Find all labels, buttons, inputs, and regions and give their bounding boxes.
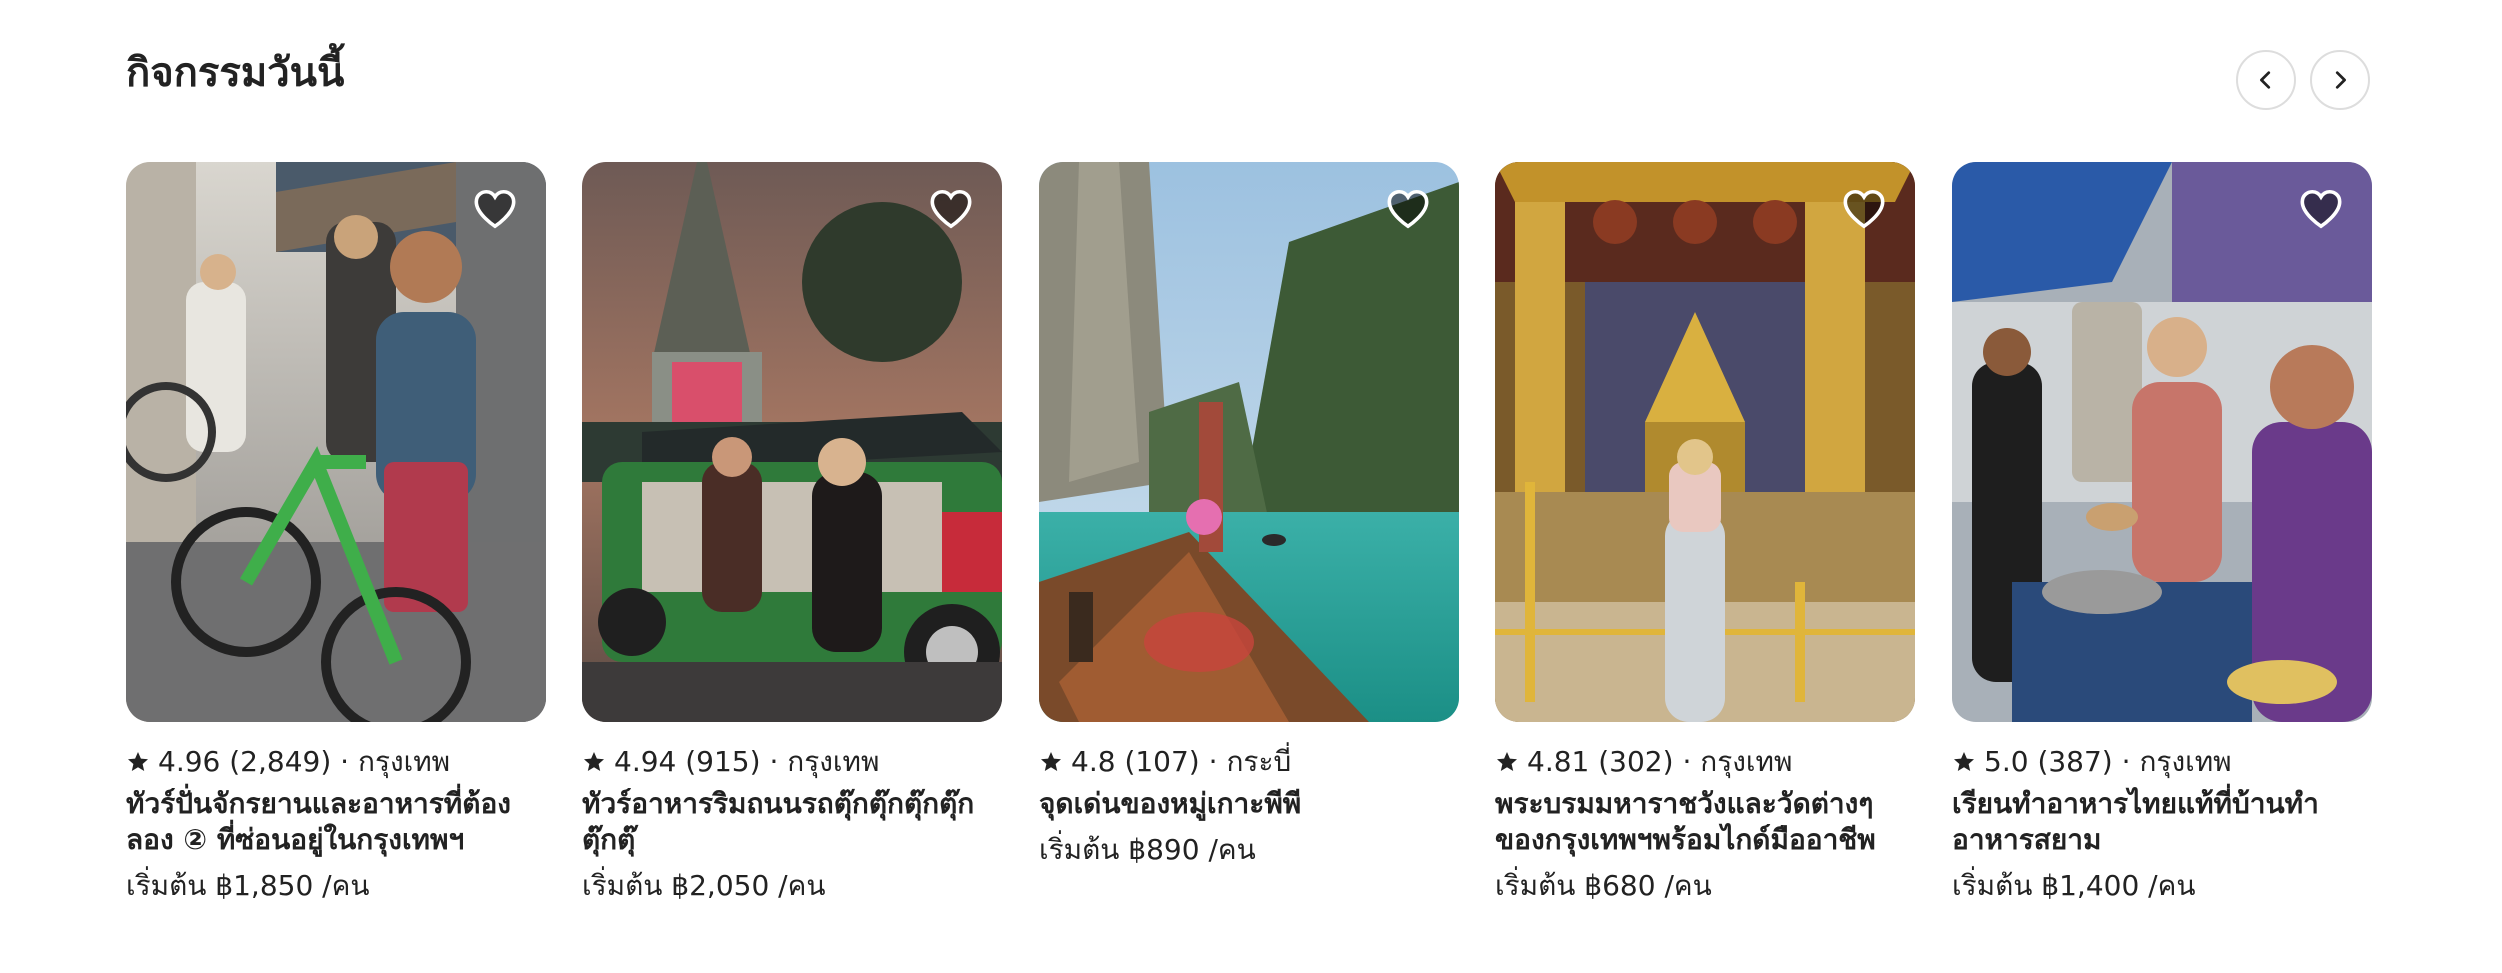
activity-image[interactable] [1952, 162, 2372, 722]
activity-title[interactable]: ทัวร์อาหารริมถนนรถตุ๊กตุ๊กตุ๊กตุ๊กตุ๊กตุ… [582, 786, 1002, 858]
cyclists-street-photo [126, 162, 546, 722]
activity-title[interactable]: พระบรมมหาราชวังและวัดต่างๆของกรุงเทพฯพร้… [1495, 786, 1915, 858]
location-label: กรุงเทพ [2139, 745, 2232, 778]
activity-card[interactable]: 4.81 (302) · กรุงเทพ พระบรมมหาราชวังและว… [1495, 162, 1915, 904]
activity-card[interactable]: 5.0 (387) · กรุงเทพ เรียนทำอาหารไทยแท้ที… [1952, 162, 2372, 904]
cooking-class-photo [1952, 162, 2372, 722]
rating-row: 4.8 (107) · กระบี่ [1039, 744, 1459, 780]
rating-value: 4.8 [1071, 745, 1116, 778]
carousel-next-button[interactable] [2310, 50, 2370, 110]
heart-icon[interactable] [1385, 186, 1431, 232]
review-count: (387) [2037, 745, 2113, 778]
review-count: (915) [685, 745, 761, 778]
heart-icon[interactable] [1841, 186, 1887, 232]
review-count: (2,849) [229, 745, 332, 778]
carousel-prev-button[interactable] [2236, 50, 2296, 110]
rating-value: 4.96 [158, 745, 221, 778]
star-icon [1497, 752, 1517, 771]
activity-title[interactable]: ทัวร์ปั่นจักรยานและอาหารที่ต้องลอง ② ที่… [126, 786, 546, 858]
rating-row: 5.0 (387) · กรุงเทพ [1952, 744, 2372, 780]
meta-separator: · [1682, 745, 1692, 778]
heart-icon[interactable] [928, 186, 974, 232]
rating-value: 5.0 [1984, 745, 2029, 778]
chevron-left-icon [2260, 71, 2271, 89]
activity-title[interactable]: จุดเด่นของหมู่เกาะพีพี [1039, 786, 1459, 822]
activity-card[interactable]: 4.8 (107) · กระบี่ จุดเด่นของหมู่เกาะพีพ… [1039, 162, 1459, 868]
star-icon [1041, 752, 1061, 771]
activity-image[interactable] [1039, 162, 1459, 722]
star-icon [584, 752, 604, 771]
rating-row: 4.94 (915) · กรุงเทพ [582, 744, 1002, 780]
heart-icon[interactable] [2298, 186, 2344, 232]
price-label: เริ่มต้น ฿1,400 /คน [1952, 869, 2196, 902]
location-label: กรุงเทพ [1700, 745, 1793, 778]
price-label: เริ่มต้น ฿2,050 /คน [582, 869, 826, 902]
tuk-tuk-photo [582, 162, 1002, 722]
activity-title[interactable]: เรียนทำอาหารไทยแท้ที่บ้านทำอาหารสยาม [1952, 786, 2372, 858]
star-icon [128, 752, 148, 771]
price-label: เริ่มต้น ฿680 /คน [1495, 869, 1712, 902]
heart-icon[interactable] [472, 186, 518, 232]
meta-separator: · [2121, 745, 2131, 778]
activity-image[interactable] [126, 162, 546, 722]
chevron-right-icon [2335, 71, 2346, 89]
location-label: กรุงเทพ [787, 745, 880, 778]
meta-separator: · [340, 745, 350, 778]
review-count: (107) [1124, 745, 1200, 778]
review-count: (302) [1598, 745, 1674, 778]
activity-card[interactable]: 4.96 (2,849) · กรุงเทพ ทัวร์ปั่นจักรยานแ… [126, 162, 546, 904]
activity-card[interactable]: 4.94 (915) · กรุงเทพ ทัวร์อาหารริมถนนรถต… [582, 162, 1002, 904]
rating-row: 4.96 (2,849) · กรุงเทพ [126, 744, 546, 780]
grand-palace-photo [1495, 162, 1915, 722]
location-label: กระบี่ [1226, 745, 1292, 778]
price-label: เริ่มต้น ฿1,850 /คน [126, 869, 370, 902]
activity-image[interactable] [582, 162, 1002, 722]
price-label: เริ่มต้น ฿890 /คน [1039, 833, 1256, 866]
rating-value: 4.94 [614, 745, 677, 778]
meta-separator: · [769, 745, 779, 778]
activity-image[interactable] [1495, 162, 1915, 722]
longtail-boat-photo [1039, 162, 1459, 722]
section-title: กิจกรรมวันนี้ [126, 50, 345, 96]
rating-row: 4.81 (302) · กรุงเทพ [1495, 744, 1915, 780]
star-icon [1954, 752, 1974, 771]
meta-separator: · [1208, 745, 1218, 778]
rating-value: 4.81 [1527, 745, 1590, 778]
location-label: กรุงเทพ [357, 745, 451, 778]
